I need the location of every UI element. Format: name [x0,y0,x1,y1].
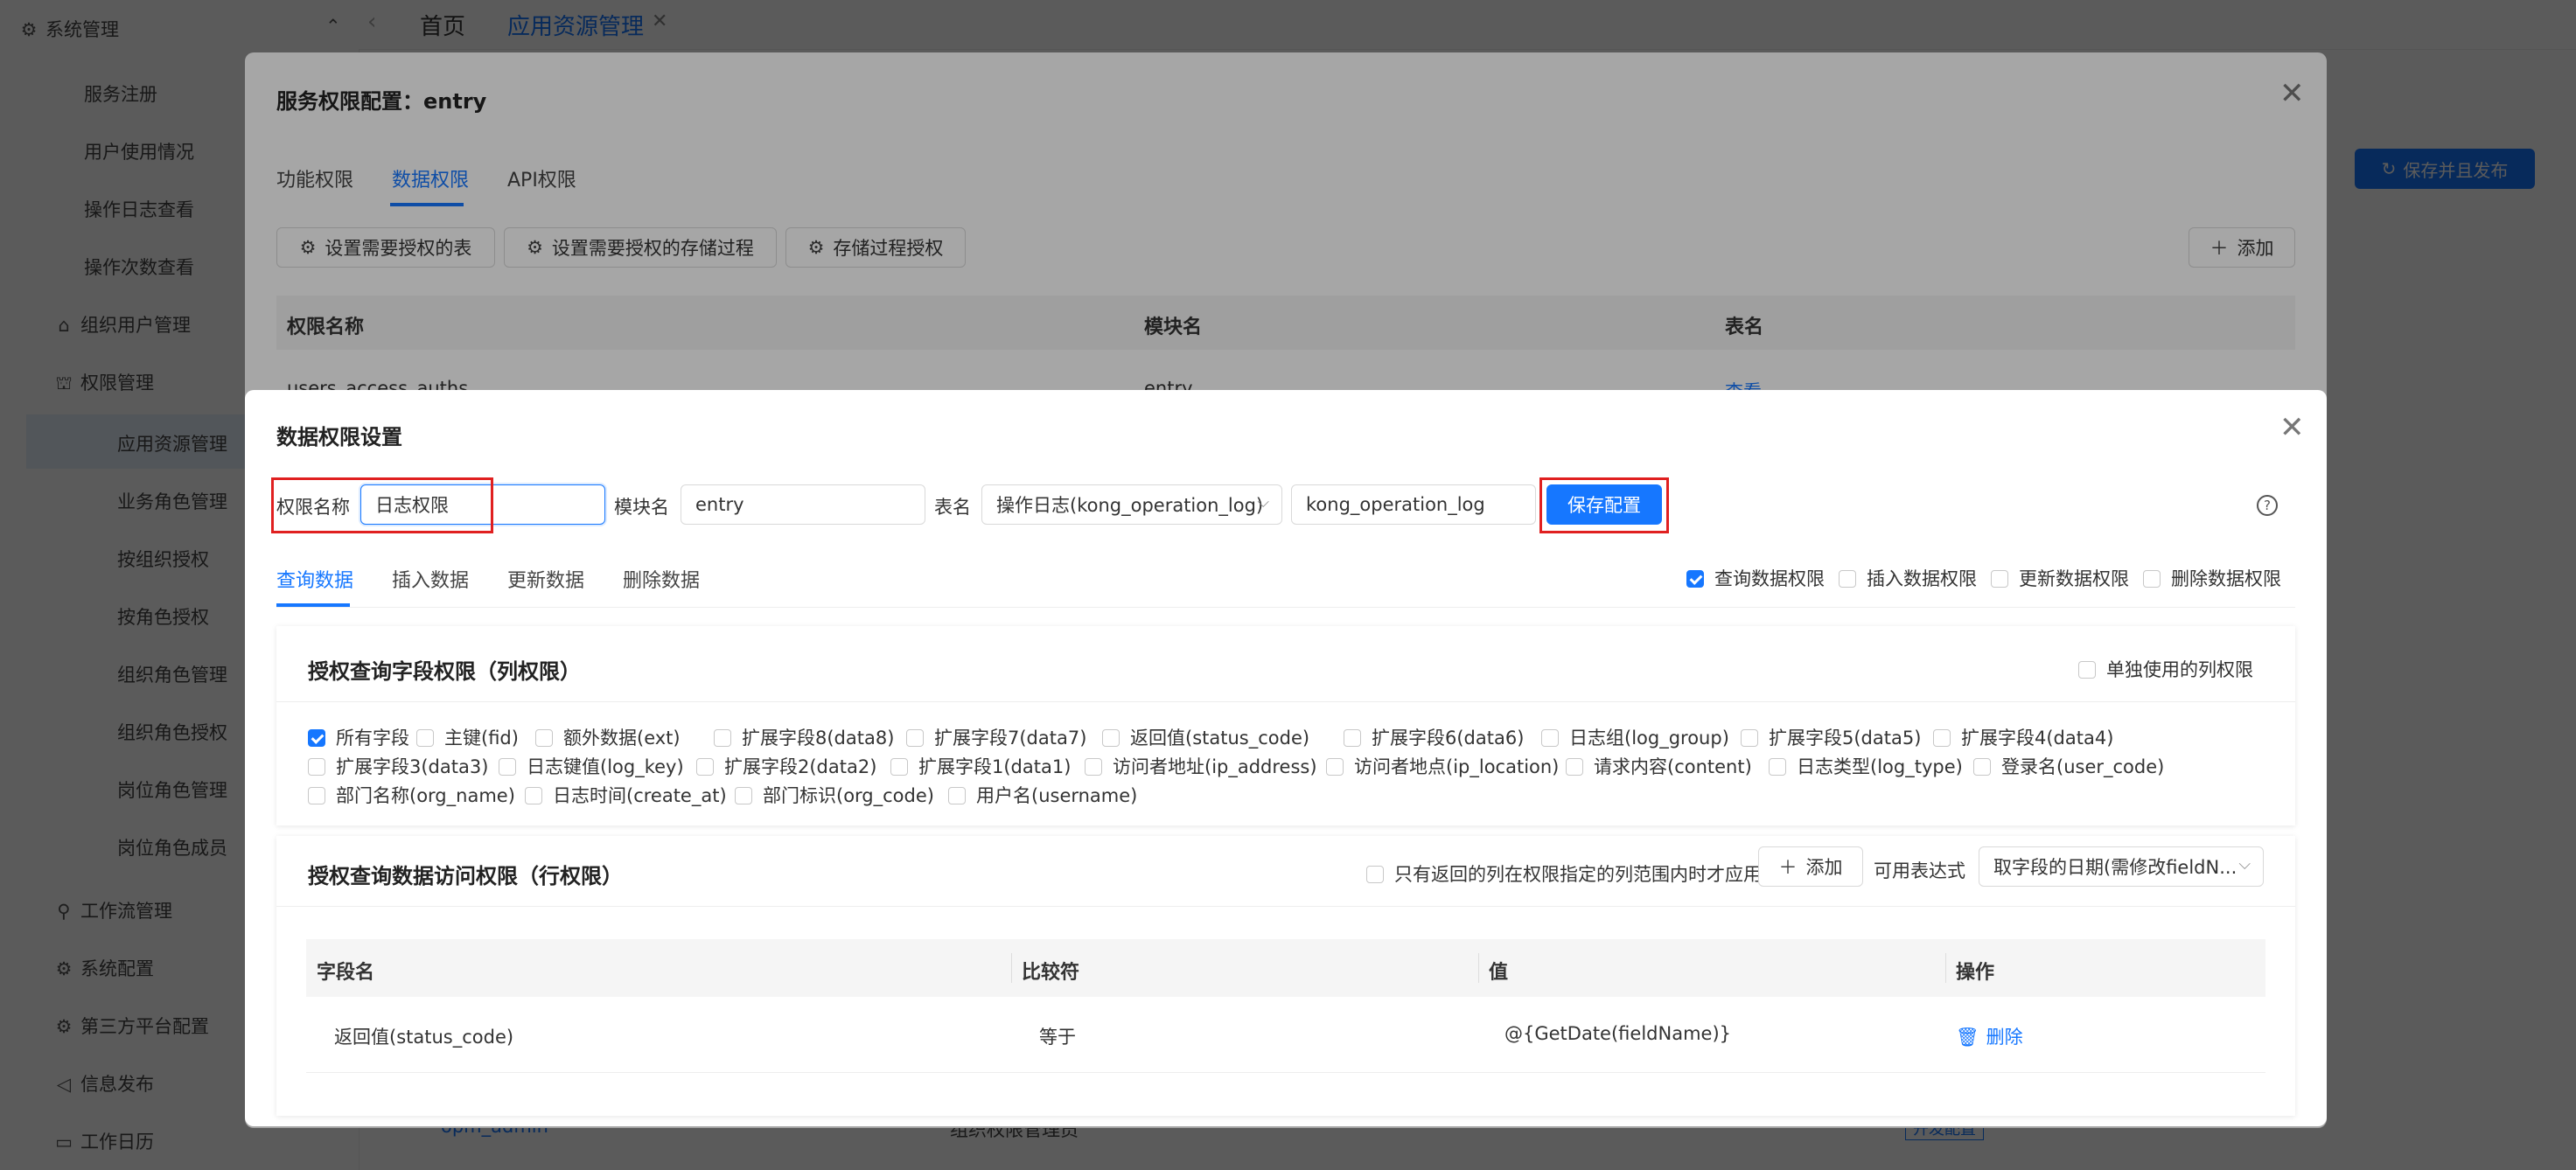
field-username[interactable]: 用户名(username) [948,782,1137,808]
checkbox[interactable] [1933,729,1951,747]
column-permission-card: 授权查询字段权限（列权限） 单独使用的列权限 所有字段 主键(fid) 额外数据… [276,626,2295,825]
field-all[interactable]: 所有字段 [308,724,409,750]
check-delete-permission[interactable]: 删除数据权限 [2143,565,2281,591]
table-name-input[interactable]: kong_operation_log [1291,484,1536,525]
check-only-returned[interactable]: 只有返回的列在权限指定的列范围内时才应用 [1366,860,1762,887]
expr-label: 可用表达式 [1874,860,1965,881]
row-operator: 等于 [1039,1027,1076,1048]
checkbox[interactable] [890,758,908,776]
checkbox[interactable] [2078,661,2096,679]
checkbox[interactable] [308,758,325,776]
field-data7[interactable]: 扩展字段7(data7) [906,724,1086,750]
tab-divider [276,607,2295,608]
checkbox[interactable] [2143,570,2161,588]
col-divider [1478,953,1479,983]
checkbox[interactable] [696,758,714,776]
field-log-group[interactable]: 日志组(log_group) [1541,724,1729,750]
row-add-button[interactable]: ＋添加 [1758,846,1863,887]
field-data6[interactable]: 扩展字段6(data6) [1344,724,1524,750]
checkbox[interactable] [308,787,325,804]
close-icon[interactable]: ✕ [2279,413,2305,442]
checkbox[interactable] [735,787,752,804]
chevron-down-icon: ⌵ [2238,855,2251,874]
checkbox-checked[interactable] [1686,570,1704,588]
tab-delete-data[interactable]: 删除数据 [623,565,700,593]
checkbox[interactable] [1839,570,1856,588]
checkbox[interactable] [1541,729,1559,747]
field-data4[interactable]: 扩展字段4(data4) [1933,724,2113,750]
field-data8[interactable]: 扩展字段8(data8) [714,724,894,750]
checkbox-checked[interactable] [308,729,325,747]
checkbox[interactable] [1326,758,1344,776]
field-status-code[interactable]: 返回值(status_code) [1102,724,1309,750]
col-divider [1011,953,1012,983]
tab-update-data[interactable]: 更新数据 [507,565,584,593]
checkbox[interactable] [1973,758,1991,776]
col-value: 值 [1489,962,1509,984]
col-field-name: 字段名 [317,962,375,984]
row-delete-button[interactable]: 🗑 删除 [1956,1023,2023,1049]
card-divider [276,906,2295,907]
checkbox[interactable] [714,729,731,747]
plus-icon: ＋ [1778,857,1798,878]
field-data1[interactable]: 扩展字段1(data1) [890,753,1071,779]
row-perm-table-header: 字段名 比较符 值 操作 [306,939,2265,997]
module-input[interactable]: entry [681,484,925,525]
inner-modal-title: 数据权限设置 [276,425,402,449]
field-create-at[interactable]: 日志时间(create_at) [525,782,727,808]
field-user-code[interactable]: 登录名(user_code) [1973,753,2164,779]
check-insert-permission[interactable]: 插入数据权限 [1839,565,1977,591]
row-value: @{GetDate(fieldName)} [1504,1023,1731,1044]
checkbox[interactable] [416,729,434,747]
trash-icon: 🗑 [1956,1027,1979,1048]
help-icon[interactable]: ? [2257,495,2278,516]
field-content[interactable]: 请求内容(content) [1566,753,1752,779]
highlight-box [271,477,493,533]
table-row: 返回值(status_code) 等于 @{GetDate(fieldName)… [306,997,2265,1073]
check-query-permission[interactable]: 查询数据权限 [1686,565,1825,591]
checkbox[interactable] [1366,866,1384,883]
row-field: 返回值(status_code) [334,1027,514,1048]
field-log-key[interactable]: 日志键值(log_key) [499,753,684,779]
checkbox[interactable] [1769,758,1786,776]
row-permission-title: 授权查询数据访问权限（行权限） [308,864,623,888]
field-fid[interactable]: 主键(fid) [416,724,519,750]
checkbox[interactable] [1566,758,1583,776]
field-log-type[interactable]: 日志类型(log_type) [1769,753,1963,779]
field-data5[interactable]: 扩展字段5(data5) [1741,724,1921,750]
checkbox[interactable] [948,787,966,804]
checkbox[interactable] [1085,758,1102,776]
check-standalone-column[interactable]: 单独使用的列权限 [2078,656,2253,682]
field-data2[interactable]: 扩展字段2(data2) [696,753,876,779]
checkbox[interactable] [1344,729,1361,747]
checkbox[interactable] [1102,729,1120,747]
column-permission-title: 授权查询字段权限（列权限） [308,659,581,684]
table-select[interactable]: 操作日志(kong_operation_log) ⌵ [981,484,1282,525]
module-label: 模块名 [614,497,669,518]
table-label: 表名 [934,497,971,518]
col-action: 操作 [1956,962,1995,984]
checkbox[interactable] [1741,729,1758,747]
tab-insert-data[interactable]: 插入数据 [392,565,469,593]
card-divider [276,701,2295,702]
field-ext[interactable]: 额外数据(ext) [535,724,681,750]
col-operator: 比较符 [1022,962,1080,984]
field-org-name[interactable]: 部门名称(org_name) [308,782,515,808]
checkbox[interactable] [906,729,924,747]
field-ip-address[interactable]: 访问者地址(ip_address) [1085,753,1317,779]
field-ip-location[interactable]: 访问者地点(ip_location) [1326,753,1559,779]
field-data3[interactable]: 扩展字段3(data3) [308,753,488,779]
highlight-box [1539,477,1669,533]
checkbox[interactable] [525,787,542,804]
tab-query-data[interactable]: 查询数据 [276,565,353,593]
checkbox[interactable] [1991,570,2008,588]
checkbox[interactable] [535,729,553,747]
expr-select[interactable]: 取字段的日期(需修改fieldN... ⌵ [1979,846,2264,887]
col-divider [1945,953,1946,983]
field-org-code[interactable]: 部门标识(org_code) [735,782,934,808]
chevron-down-icon: ⌵ [1257,493,1269,512]
check-update-permission[interactable]: 更新数据权限 [1991,565,2129,591]
checkbox[interactable] [499,758,516,776]
data-permission-modal: 数据权限设置 ✕ 权限名称 日志权限 模块名 entry 表名 操作日志(kon… [245,390,2327,1126]
